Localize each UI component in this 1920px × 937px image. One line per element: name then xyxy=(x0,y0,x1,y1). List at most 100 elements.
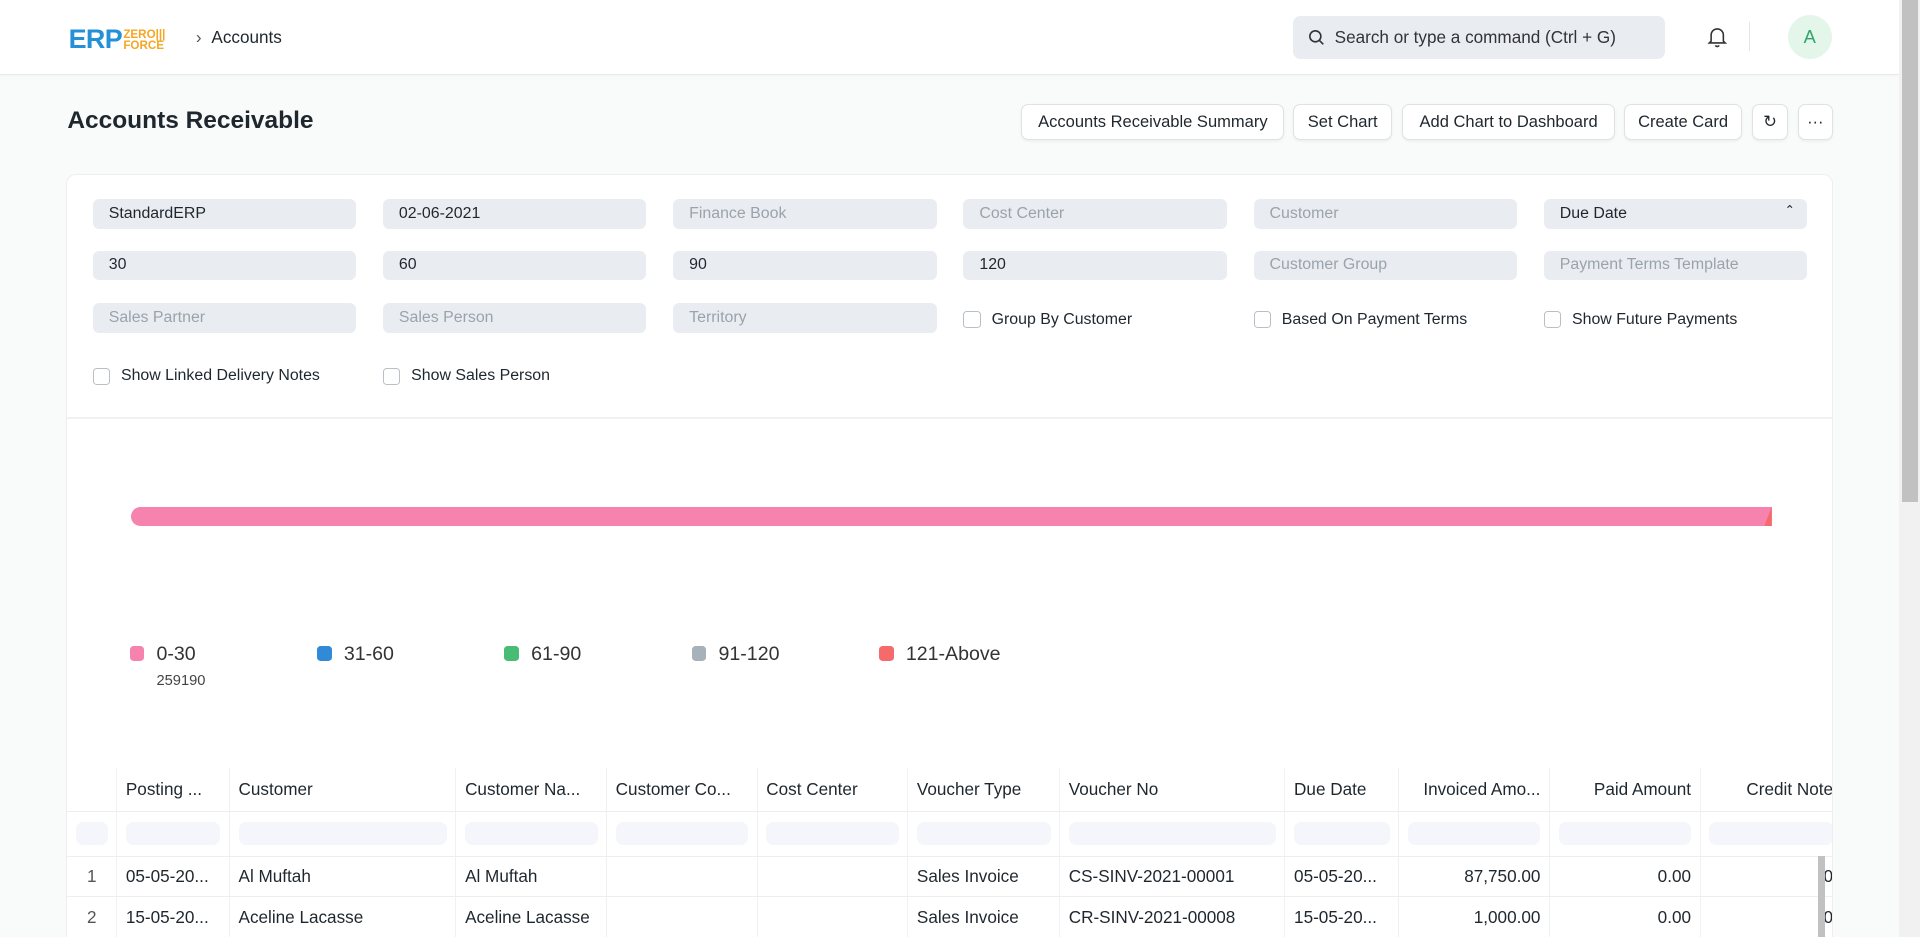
table-header-cell[interactable]: Paid Amount xyxy=(1550,767,1701,811)
filter-row-cell xyxy=(457,811,608,856)
legend-label: 91-120 xyxy=(718,642,780,665)
table-row-cell: 1,000.00 xyxy=(1399,897,1550,937)
column-filter-input[interactable] xyxy=(766,822,899,846)
filter-row3-1[interactable]: Sales Person xyxy=(383,303,647,333)
filter-row-cell xyxy=(1550,811,1701,856)
search-input[interactable]: Search or type a command (Ctrl + G) xyxy=(1293,15,1666,59)
column-filter-input[interactable] xyxy=(238,822,447,846)
checkbox-4[interactable]: Show Sales Person xyxy=(383,367,550,385)
filter-row1-4[interactable]: Customer xyxy=(1253,199,1517,229)
report-card: StandardERP 02-06-2021 Finance Book Cost Ce… xyxy=(66,173,1834,937)
legend-swatch xyxy=(878,646,894,661)
filter-row2-2[interactable]: 90 xyxy=(673,250,937,281)
table-row-cell: 0.00 xyxy=(1550,897,1701,937)
filter-row3-2[interactable]: Territory xyxy=(673,303,937,333)
checkbox[interactable] xyxy=(383,367,401,385)
chart-bar-121-above[interactable] xyxy=(1764,506,1772,527)
table-row-cell xyxy=(758,897,909,937)
table-header-cell[interactable]: Customer Co... xyxy=(607,767,758,811)
table-header-cell[interactable]: Posting ... xyxy=(117,767,230,811)
table-header-cell[interactable]: Invoiced Amo... xyxy=(1399,767,1550,811)
legend-item: 61-90 xyxy=(504,643,581,673)
table-header-cell[interactable]: Cost Center xyxy=(758,767,909,811)
table-scrollbar[interactable] xyxy=(1818,855,1826,937)
refresh-icon: ↻ xyxy=(1763,111,1777,131)
checkbox-3[interactable]: Show Linked Delivery Notes xyxy=(92,367,320,385)
table-row-cell: 15-05-20... xyxy=(1285,897,1400,937)
table-row-cell: Aceline Lacasse xyxy=(457,897,608,937)
filter-row2-0[interactable]: 30 xyxy=(92,250,357,281)
column-filter-input[interactable] xyxy=(1558,822,1692,846)
bell-icon[interactable] xyxy=(1705,24,1729,48)
filter-row1-5[interactable]: Due Date xyxy=(1543,199,1808,229)
table-header-cell[interactable]: Customer Na... xyxy=(457,767,608,811)
filter-row2-4[interactable]: Customer Group xyxy=(1253,250,1517,281)
page-scrollbar[interactable] xyxy=(1899,0,1920,937)
table-row-cell: 05-05-20... xyxy=(1285,856,1400,897)
table-header-cell[interactable] xyxy=(67,767,118,811)
filter-row1-1[interactable]: 02-06-2021 xyxy=(383,199,647,229)
column-filter-input[interactable] xyxy=(916,822,1051,846)
filter-row1-3[interactable]: Cost Center xyxy=(963,199,1227,229)
checkbox[interactable] xyxy=(1253,311,1271,329)
table-row-cell: 0.00 xyxy=(1550,856,1701,897)
scrollbar-thumb[interactable] xyxy=(1901,0,1918,503)
filter-row1-0[interactable]: StandardERP xyxy=(92,199,357,229)
filter-row3-0[interactable]: Sales Partner xyxy=(92,303,357,333)
column-filter-input[interactable] xyxy=(1068,822,1276,846)
table-row-cell: Sales Invoice xyxy=(908,856,1061,897)
table-header-cell[interactable]: Voucher Type xyxy=(908,767,1061,811)
legend-label: 61-90 xyxy=(531,642,582,665)
checkbox-1[interactable]: Based On Payment Terms xyxy=(1253,311,1467,329)
breadcrumb: › Accounts xyxy=(196,27,282,48)
table-header-cell[interactable]: Customer xyxy=(230,767,457,811)
breadcrumb-accounts[interactable]: Accounts xyxy=(211,27,281,48)
filter-row2-3[interactable]: 120 xyxy=(963,250,1227,281)
column-filter-input[interactable] xyxy=(125,822,221,846)
filter-row1-2[interactable]: Finance Book xyxy=(673,199,937,229)
column-filter-input[interactable] xyxy=(1407,822,1541,846)
chart-bar-0-30[interactable] xyxy=(130,506,1772,527)
refresh-button[interactable]: ↻ xyxy=(1752,104,1788,140)
table-row-cell: 15-05-20... xyxy=(117,897,230,937)
table-header-cell[interactable]: Voucher No xyxy=(1060,767,1286,811)
checkbox-2[interactable]: Show Future Payments xyxy=(1543,311,1737,329)
filter-row2-5[interactable]: Payment Terms Template xyxy=(1543,250,1808,281)
create-card-button[interactable]: Create Card xyxy=(1623,104,1743,140)
checkbox[interactable] xyxy=(92,367,110,385)
filter-row-cell xyxy=(117,811,230,856)
column-filter-input[interactable] xyxy=(1709,822,1833,846)
filter-row-cell xyxy=(1060,811,1286,856)
legend-item: 31-60 xyxy=(316,643,394,673)
checkbox[interactable] xyxy=(1543,311,1561,329)
column-filter-input[interactable] xyxy=(1294,822,1390,846)
logo[interactable]: ERP ZERO||| FORCE xyxy=(69,24,166,55)
add-chart-to-dashboard-button[interactable]: Add Chart to Dashboard xyxy=(1402,104,1616,140)
table-header-cell[interactable]: Credit Note xyxy=(1701,768,1832,811)
filter-row-cell xyxy=(908,811,1061,856)
navbar: ERP ZERO||| FORCE › Accounts Search or ty… xyxy=(0,0,1900,75)
table-row-cell: Sales Invoice xyxy=(908,897,1061,937)
set-chart-button[interactable]: Set Chart xyxy=(1293,104,1393,140)
table-row-cell: Aceline Lacasse xyxy=(230,897,457,937)
table-row-cell xyxy=(607,856,758,897)
legend-swatch xyxy=(691,646,707,661)
more-button[interactable]: ··· xyxy=(1797,104,1834,140)
legend-label: 0-30 xyxy=(156,642,196,665)
avatar[interactable]: A xyxy=(1787,14,1832,59)
filter-row-cell xyxy=(1701,812,1833,856)
table-row-cell: 05-05-20... xyxy=(117,856,230,897)
column-filter-input[interactable] xyxy=(75,822,108,846)
table-row-cell: Al Muftah xyxy=(230,856,457,897)
filter-row-cell xyxy=(1399,811,1550,856)
column-filter-input[interactable] xyxy=(615,822,749,846)
filter-row2-1[interactable]: 60 xyxy=(383,250,647,281)
column-filter-input[interactable] xyxy=(465,822,598,846)
table-header-cell[interactable]: Due Date xyxy=(1285,767,1400,811)
accounts-receivable-summary-button[interactable]: Accounts Receivable Summary xyxy=(1021,104,1285,140)
checkbox[interactable] xyxy=(963,311,981,329)
more-icon: ··· xyxy=(1807,111,1824,131)
checkbox-0[interactable]: Group By Customer xyxy=(963,311,1132,329)
legend-swatch xyxy=(129,646,145,661)
table-row-cell xyxy=(758,856,909,897)
